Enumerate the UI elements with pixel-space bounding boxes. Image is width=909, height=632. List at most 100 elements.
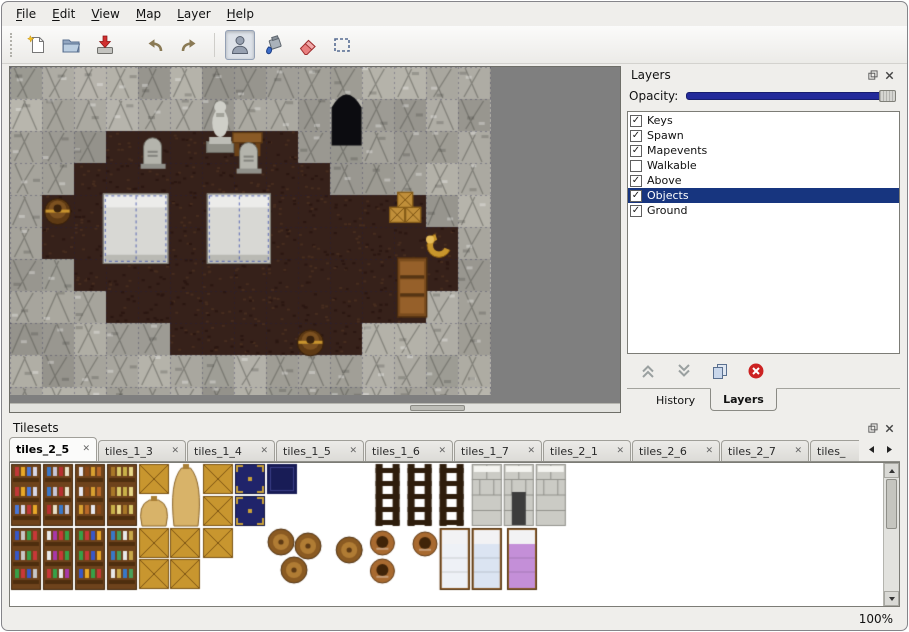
tileset-tab-tiles_1_6[interactable]: tiles_1_6✕ <box>365 440 453 461</box>
tileset-tabs-clip: tiles_2_5✕ tiles_1_3✕ tiles_1_4✕ tiles_1… <box>9 437 859 461</box>
tab-layers[interactable]: Layers <box>710 388 777 411</box>
opacity-slider-handle[interactable] <box>879 90 896 102</box>
toolbar-grip[interactable] <box>10 33 13 57</box>
new-file-button[interactable] <box>22 30 52 60</box>
tab-scroll-right-button[interactable] <box>882 440 897 458</box>
move-layer-down-button[interactable] <box>675 362 693 384</box>
delete-layer-button[interactable] <box>747 362 765 384</box>
float-icon <box>867 423 878 434</box>
map-viewport[interactable] <box>9 66 621 413</box>
layer-row-above[interactable]: ✓ Above <box>628 173 899 188</box>
tilesets-panel: Tilesets tiles_2_5✕ tiles_1_3✕ tiles_1_4… <box>9 419 900 607</box>
vscrollbar-thumb[interactable] <box>886 479 897 529</box>
tab-scroll-left-button[interactable] <box>864 440 879 458</box>
tab-close-icon[interactable]: ✕ <box>349 447 357 456</box>
scroll-down-button[interactable] <box>884 591 899 606</box>
layer-row-spawn[interactable]: ✓ Spawn <box>628 128 899 143</box>
eraser-tool-button[interactable] <box>293 30 323 60</box>
layer-checkbox[interactable]: ✓ <box>630 145 642 157</box>
stamp-tool-button[interactable] <box>225 30 255 60</box>
zoom-level: 100% <box>859 612 893 626</box>
layers-close-button[interactable] <box>882 68 896 82</box>
scroll-up-button[interactable] <box>884 463 899 478</box>
redo-icon <box>178 34 200 56</box>
person-icon <box>229 34 251 56</box>
layer-row-mapevents[interactable]: ✓Mapevents <box>628 143 899 158</box>
layer-row-keys[interactable]: ✓Keys <box>628 113 899 128</box>
menu-item-file[interactable]: File <box>8 3 44 25</box>
tileset-view[interactable] <box>9 462 900 607</box>
fill-tool-button[interactable] <box>259 30 289 60</box>
tab-history[interactable]: History <box>643 389 708 412</box>
layer-checkbox[interactable]: ✓ <box>630 190 642 202</box>
map-hscrollbar-thumb[interactable] <box>410 405 465 411</box>
layer-checkbox[interactable]: ✓ <box>630 115 642 127</box>
layer-toolbar <box>627 358 900 388</box>
menu-item-help[interactable]: Help <box>219 3 262 25</box>
new-file-icon <box>26 34 48 56</box>
tileset-tab-tiles_1_7[interactable]: tiles_1_7✕ <box>454 440 542 461</box>
arrow-right-icon <box>885 445 894 454</box>
undo-button[interactable] <box>140 30 170 60</box>
tileset-tab-tiles_1_5[interactable]: tiles_1_5✕ <box>276 440 364 461</box>
layer-label: Spawn <box>647 129 684 142</box>
opacity-row: Opacity: <box>627 84 900 108</box>
redo-button[interactable] <box>174 30 204 60</box>
layer-list[interactable]: ✓Keys ✓Spawn ✓Mapevents Walkable ✓Above … <box>627 111 900 354</box>
float-icon <box>867 70 878 81</box>
layers-panel-titlebar: Layers <box>627 66 900 84</box>
tileset-tab-tiles_1_3[interactable]: tiles_1_3✕ <box>98 440 186 461</box>
map-hscrollbar[interactable] <box>10 403 620 412</box>
arrow-left-icon <box>867 445 876 454</box>
tab-close-icon[interactable]: ✕ <box>260 447 268 456</box>
tab-close-icon[interactable]: ✕ <box>616 447 624 456</box>
layer-label: Above <box>647 174 682 187</box>
tilesets-close-button[interactable] <box>882 421 896 435</box>
layer-row-objects[interactable]: ✓Objects <box>628 188 899 203</box>
layer-row-ground[interactable]: ✓ Ground <box>628 203 899 218</box>
toolbar-separator <box>214 33 215 57</box>
tileset-tab-partial[interactable]: tiles_✕ <box>810 440 859 461</box>
tileset-tab-tiles_2_5[interactable]: tiles_2_5✕ <box>9 437 97 461</box>
move-layer-up-button[interactable] <box>639 362 657 384</box>
tileset-tab-tiles_2_1[interactable]: tiles_2_1✕ <box>543 440 631 461</box>
layer-row-walkable[interactable]: Walkable <box>628 158 899 173</box>
menu-item-edit[interactable]: Edit <box>44 3 83 25</box>
duplicate-layer-button[interactable] <box>711 362 729 384</box>
tab-close-icon[interactable]: ✕ <box>171 447 179 456</box>
layer-checkbox[interactable] <box>630 160 642 172</box>
save-button[interactable] <box>90 30 120 60</box>
tab-close-icon[interactable]: ✕ <box>794 447 802 456</box>
tileset-tab-tiles_2_6[interactable]: tiles_2_6✕ <box>632 440 720 461</box>
layer-checkbox[interactable]: ✓ <box>630 175 642 187</box>
statusbar: 100% <box>2 607 907 630</box>
tileset-vscrollbar[interactable] <box>883 463 899 606</box>
open-folder-icon <box>60 34 82 56</box>
layer-label: Walkable <box>647 159 697 172</box>
chevron-double-down-icon <box>675 362 693 380</box>
tab-close-icon[interactable]: ✕ <box>82 445 90 454</box>
menu-item-view[interactable]: View <box>83 3 127 25</box>
arrow-up-icon <box>888 467 896 475</box>
open-button[interactable] <box>56 30 86 60</box>
opacity-slider[interactable] <box>686 92 896 100</box>
toolbar <box>2 26 907 64</box>
select-tool-button[interactable] <box>327 30 357 60</box>
tilesets-panel-titlebar: Tilesets <box>9 419 900 437</box>
tileset-tab-tiles_1_4[interactable]: tiles_1_4✕ <box>187 440 275 461</box>
menubar: File Edit View Map Layer Help <box>2 2 907 26</box>
layer-checkbox[interactable]: ✓ <box>630 205 642 217</box>
layers-float-button[interactable] <box>865 68 879 82</box>
map-canvas[interactable] <box>10 67 491 395</box>
tileset-canvas[interactable] <box>10 463 887 607</box>
menu-item-map[interactable]: Map <box>128 3 169 25</box>
tileset-tab-tiles_2_7[interactable]: tiles_2_7✕ <box>721 440 809 461</box>
layer-checkbox[interactable]: ✓ <box>630 130 642 142</box>
layers-panel: Layers Opacity: ✓Keys ✓Spawn ✓Mapevents … <box>627 66 900 413</box>
layer-label: Ground <box>647 204 687 217</box>
tilesets-float-button[interactable] <box>865 421 879 435</box>
menu-item-layer[interactable]: Layer <box>169 3 218 25</box>
tab-close-icon[interactable]: ✕ <box>527 447 535 456</box>
tab-close-icon[interactable]: ✕ <box>705 447 713 456</box>
tab-close-icon[interactable]: ✕ <box>438 447 446 456</box>
